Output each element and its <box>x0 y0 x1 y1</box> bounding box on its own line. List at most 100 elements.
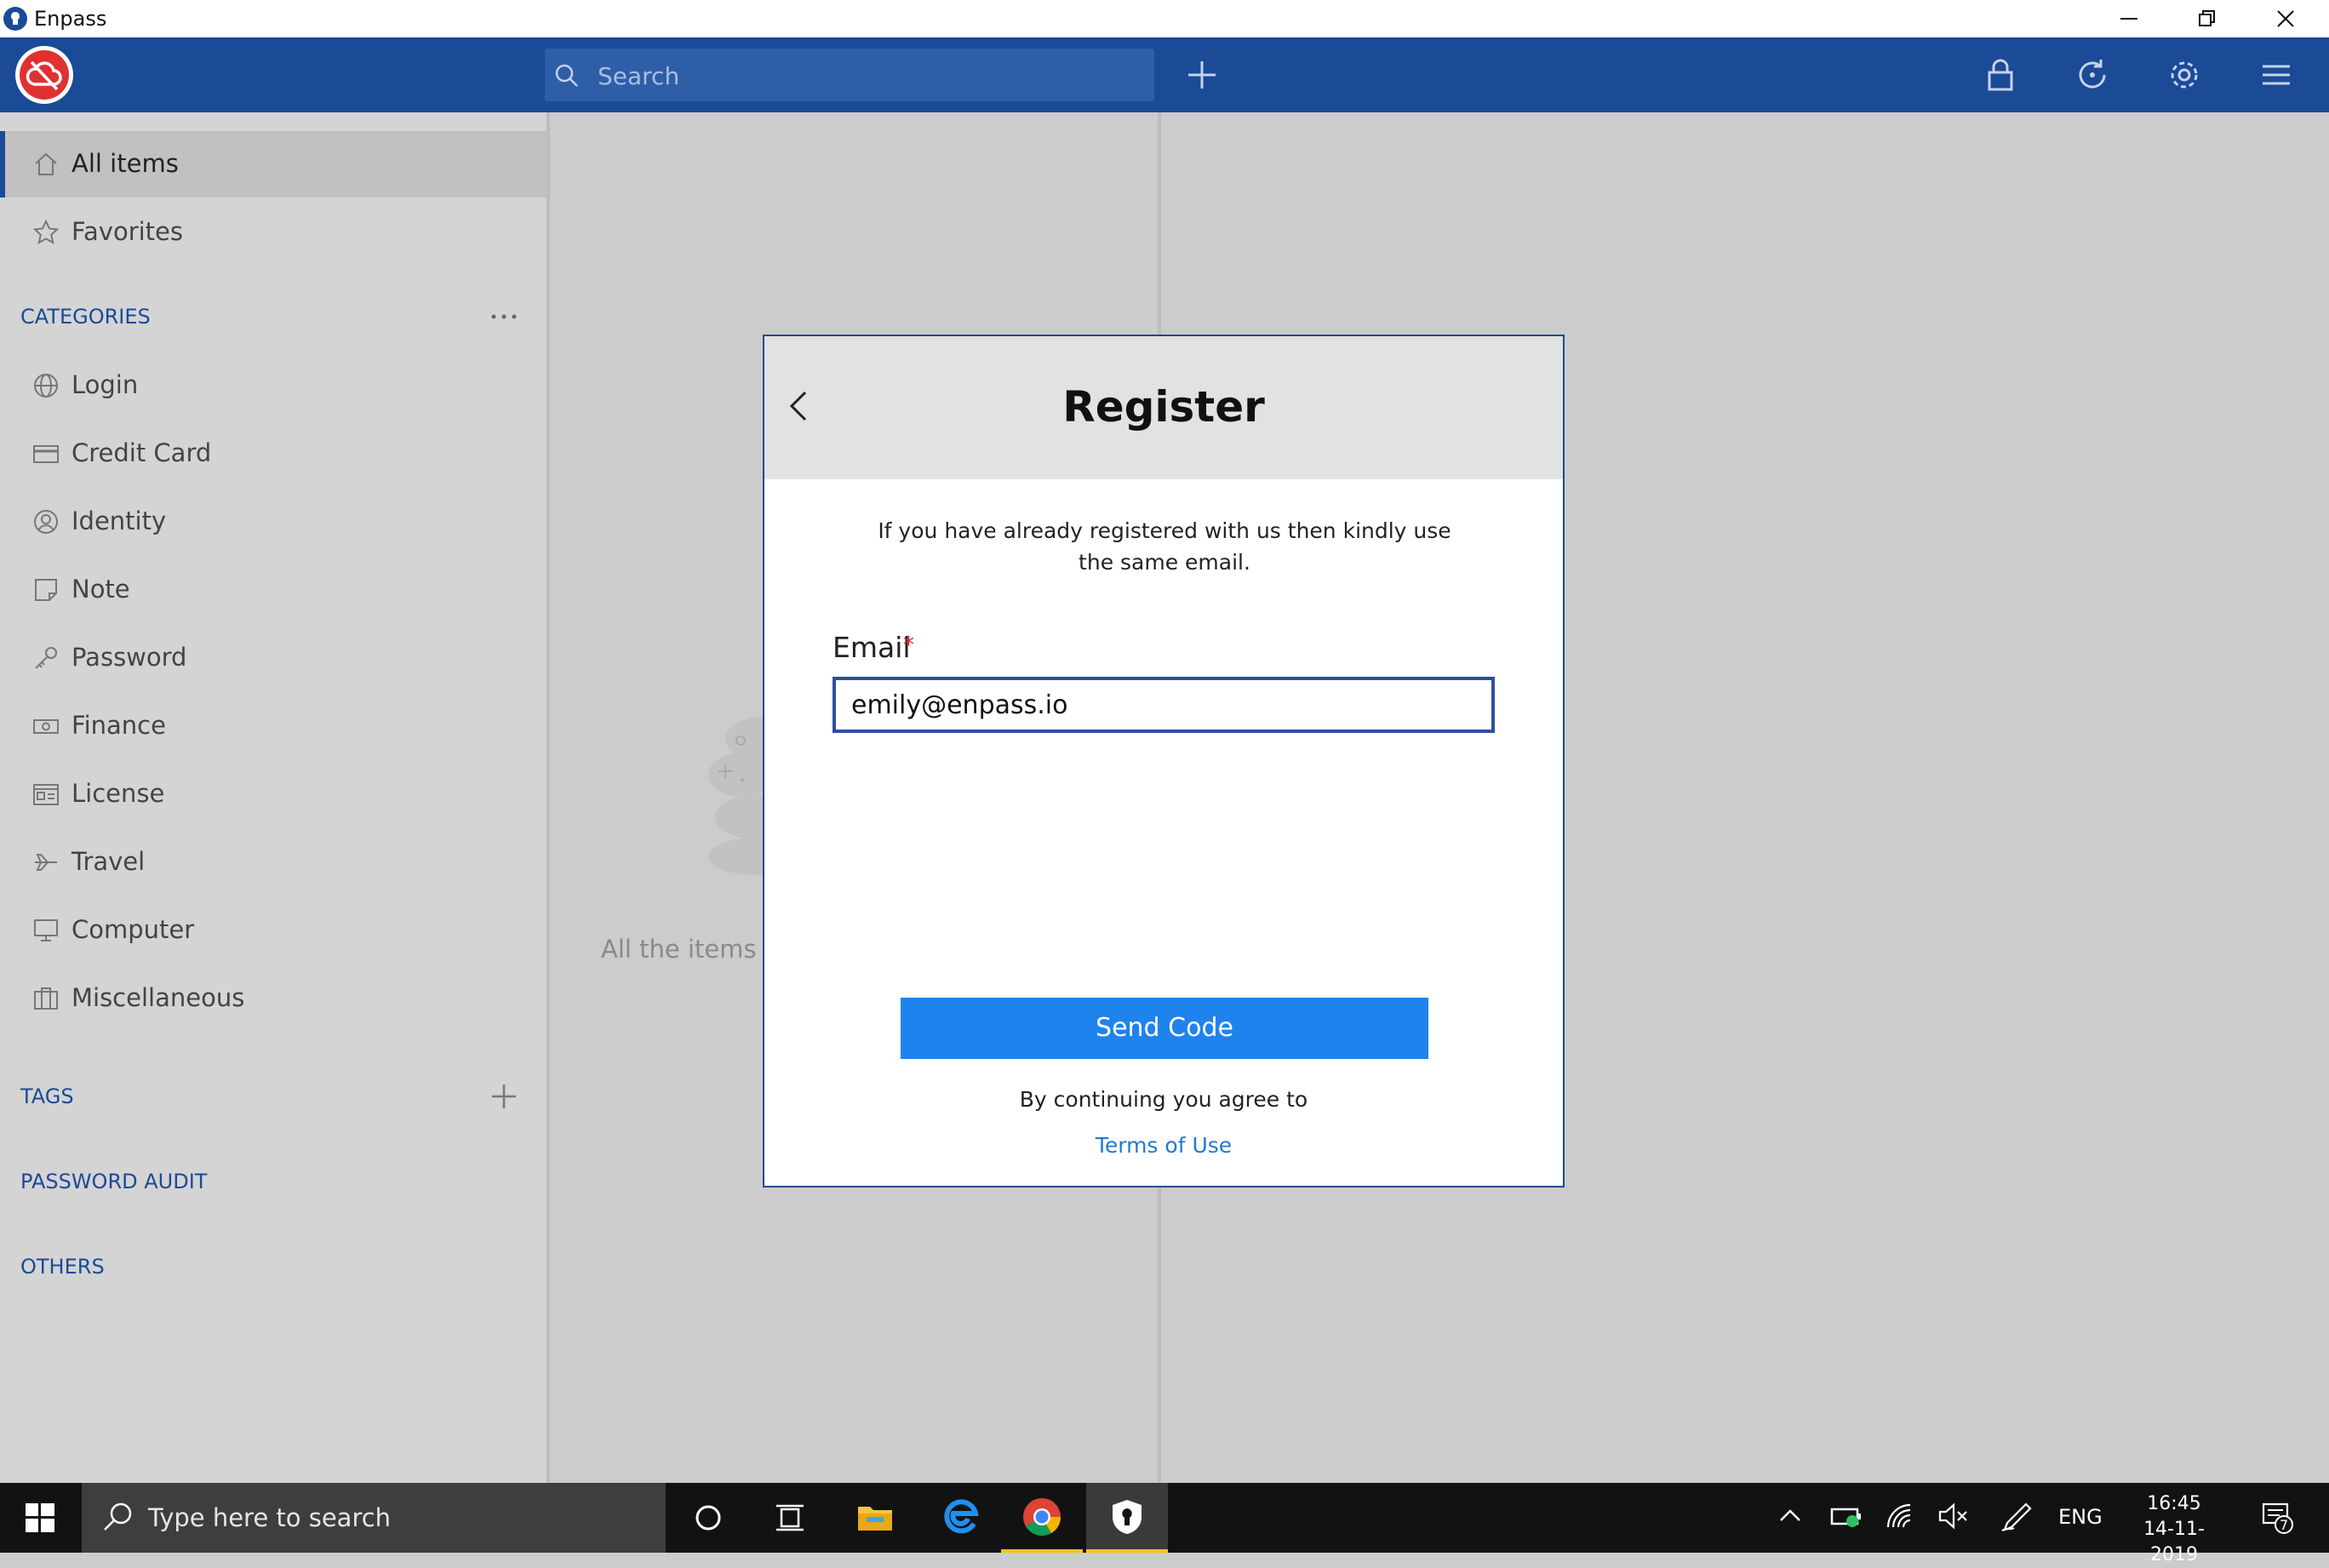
sidebar-item-computer[interactable]: Computer <box>0 897 546 964</box>
battery-icon <box>1830 1508 1861 1527</box>
hamburger-menu-icon <box>2263 65 2290 85</box>
taskbar: Type here to search ENG 16:45 14-11-2019… <box>0 1483 2329 1565</box>
task-view-button[interactable] <box>749 1483 831 1553</box>
settings-button[interactable] <box>2162 53 2206 97</box>
file-explorer-button[interactable] <box>834 1483 916 1553</box>
agreement-text: By continuing you agree to <box>1019 1087 1308 1112</box>
others-header[interactable]: OTHERS <box>20 1255 105 1279</box>
pen-workspace-button[interactable] <box>1990 1483 2041 1553</box>
sidebar-item-label: Note <box>72 575 130 604</box>
folder-icon <box>858 1507 892 1531</box>
password-audit-header[interactable]: PASSWORD AUDIT <box>20 1170 207 1193</box>
add-tag-button[interactable] <box>487 1079 521 1113</box>
identity-icon <box>34 510 58 534</box>
clock[interactable]: 16:45 14-11-2019 <box>2123 1491 2225 1568</box>
globe-icon <box>34 374 58 398</box>
sidebar-item-label: Computer <box>72 915 195 944</box>
sidebar-item-label: Identity <box>72 506 167 535</box>
sidebar-item-label: Password <box>72 643 187 672</box>
clock-date: 14-11-2019 <box>2143 1519 2205 1565</box>
email-label: Email <box>833 631 911 664</box>
gear-icon <box>2171 61 2198 89</box>
home-icon <box>35 152 57 175</box>
chevron-up-icon <box>1780 1509 1800 1521</box>
search-box[interactable] <box>545 49 1154 101</box>
dialog-title: Register <box>1062 382 1265 432</box>
edge-icon <box>944 1499 979 1534</box>
action-center-button[interactable]: 7 <box>2251 1483 2302 1553</box>
sidebar-item-label: Favorites <box>72 217 183 246</box>
taskbar-search-box[interactable]: Type here to search <box>82 1483 666 1553</box>
taskbar-search-placeholder: Type here to search <box>148 1503 392 1532</box>
add-item-button[interactable] <box>1180 53 1224 97</box>
chrome-icon <box>1023 1498 1061 1536</box>
task-view-icon <box>776 1504 804 1531</box>
sidebar-item-travel[interactable]: Travel <box>0 829 546 896</box>
send-code-button[interactable]: Send Code <box>901 998 1428 1059</box>
sidebar-item-note[interactable]: Note <box>0 557 546 623</box>
chrome-browser-button[interactable] <box>1001 1483 1083 1553</box>
restore-button[interactable] <box>2169 0 2246 37</box>
pen-icon <box>2001 1502 2032 1531</box>
minimize-icon <box>2120 18 2137 20</box>
menu-button[interactable] <box>2254 53 2298 97</box>
input-language-indicator[interactable]: ENG <box>2058 1505 2103 1529</box>
sidebar-item-login[interactable]: Login <box>0 352 546 419</box>
search-input[interactable] <box>596 57 1144 94</box>
network-tray-button[interactable] <box>1874 1483 1926 1553</box>
more-horizontal-icon <box>491 314 517 319</box>
sidebar-item-label: Credit Card <box>72 438 212 467</box>
sidebar-item-credit-card[interactable]: Credit Card <box>0 421 546 487</box>
sidebar-item-all-items[interactable]: All items <box>0 131 546 197</box>
close-icon <box>2277 10 2294 27</box>
enpass-taskbar-button[interactable] <box>1086 1483 1168 1553</box>
dialog-header: Register <box>764 336 1563 479</box>
volume-muted-icon <box>1938 1502 1967 1530</box>
clock-time: 16:45 <box>2147 1493 2201 1514</box>
notification-icon <box>2262 1502 2293 1534</box>
sidebar-item-identity[interactable]: Identity <box>0 489 546 555</box>
restore-icon <box>2199 10 2215 26</box>
active-indicator <box>0 131 5 197</box>
license-icon <box>33 784 59 805</box>
sidebar-item-favorites[interactable]: Favorites <box>0 199 546 266</box>
tags-header: TAGS <box>20 1084 74 1108</box>
categories-more-button[interactable] <box>487 300 521 334</box>
sidebar-item-label: Finance <box>72 711 166 740</box>
sidebar-item-label: All items <box>72 149 179 178</box>
sync-icon <box>2079 60 2106 89</box>
window-title: Enpass <box>34 7 107 31</box>
minimize-button[interactable] <box>2091 0 2167 37</box>
close-button[interactable] <box>2247 0 2324 37</box>
battery-tray-button[interactable] <box>1820 1483 1871 1553</box>
register-dialog: Register If you have already registered … <box>763 335 1565 1187</box>
sync-status-button[interactable] <box>15 46 73 104</box>
volume-tray-button[interactable] <box>1927 1483 1978 1553</box>
toolbar <box>0 37 2329 112</box>
sidebar-item-label: Login <box>72 370 139 399</box>
sidebar-item-finance[interactable]: Finance <box>0 693 546 759</box>
lock-button[interactable] <box>1978 53 2023 97</box>
plus-icon <box>492 1084 516 1108</box>
sidebar-item-label: Travel <box>72 847 146 876</box>
banknote-icon <box>33 719 59 734</box>
cortana-button[interactable] <box>667 1483 749 1553</box>
key-icon <box>35 647 57 669</box>
show-hidden-icons-button[interactable] <box>1765 1483 1817 1553</box>
star-icon <box>32 219 60 244</box>
wifi-icon <box>1886 1503 1911 1528</box>
start-button[interactable] <box>0 1483 82 1553</box>
sidebar-item-password[interactable]: Password <box>0 625 546 691</box>
sidebar-item-miscellaneous[interactable]: Miscellaneous <box>0 965 546 1032</box>
enpass-logo-icon <box>3 7 27 31</box>
email-field[interactable] <box>833 677 1495 733</box>
edge-browser-button[interactable] <box>919 1483 1001 1553</box>
categories-header: CATEGORIES <box>20 305 151 329</box>
sync-button[interactable] <box>2070 53 2114 97</box>
terms-of-use-link[interactable]: Terms of Use <box>764 1133 1563 1158</box>
search-icon <box>104 1502 132 1531</box>
dialog-instructions: If you have already registered with us t… <box>878 518 1451 575</box>
sidebar-item-license[interactable]: License <box>0 761 546 827</box>
airplane-icon <box>35 854 57 871</box>
empty-state-text: All the items o <box>601 935 780 964</box>
